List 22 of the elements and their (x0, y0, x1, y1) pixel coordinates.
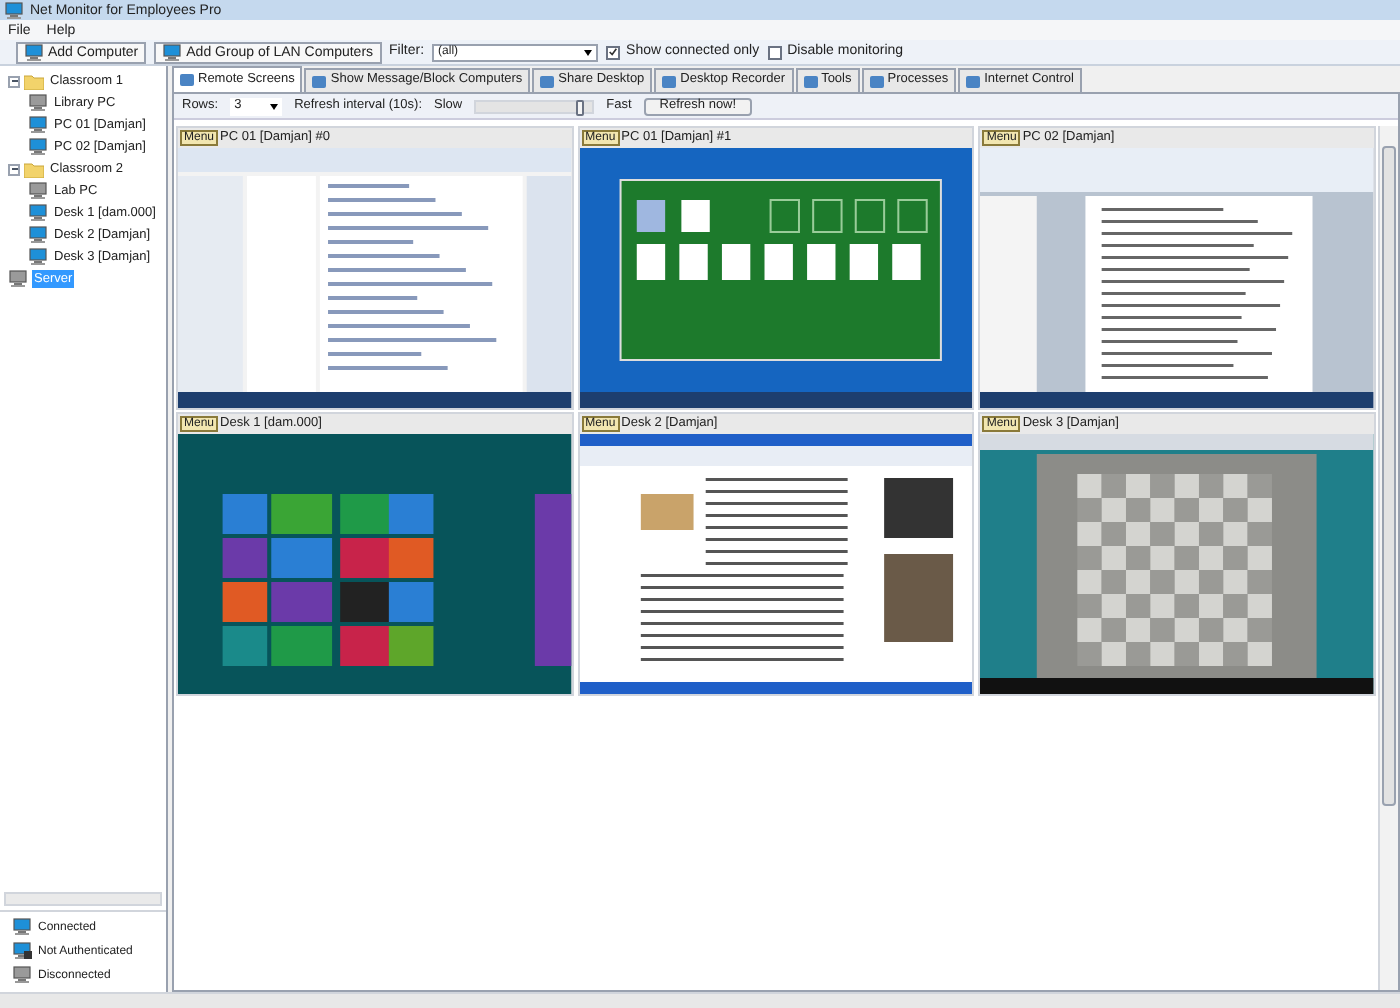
computer-icon (4, 1, 24, 19)
caret-icon (270, 103, 279, 109)
tab-icon (803, 75, 818, 87)
caret-icon (584, 49, 593, 55)
horizontal-scrollbar[interactable] (4, 892, 162, 906)
checkbox[interactable] (767, 45, 782, 59)
computer-icon (162, 43, 183, 61)
tab-icon (180, 74, 194, 86)
expander-icon[interactable] (8, 75, 20, 87)
vertical-scrollbar[interactable] (1378, 126, 1398, 990)
tab-icon (540, 75, 555, 87)
tab-icon (869, 75, 884, 87)
checkbox[interactable] (606, 45, 621, 59)
scrollbar-thumb[interactable] (1382, 146, 1396, 806)
slider-thumb[interactable] (576, 99, 585, 115)
tab-icon (312, 75, 327, 87)
tab-icon (662, 75, 677, 87)
computer-icon (24, 43, 44, 61)
tab-icon (966, 75, 981, 87)
folder-icon (24, 161, 44, 177)
expander-icon[interactable] (8, 163, 20, 175)
folder-icon (24, 73, 44, 89)
